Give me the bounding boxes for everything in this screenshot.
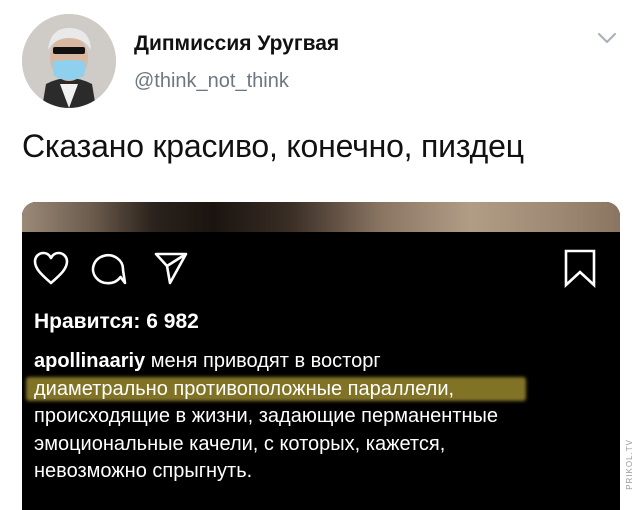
tweet-card: Дипмиссия Уругвая @think_not_think Сказа… — [0, 0, 640, 510]
caption-line-4: эмоциональные качели, с которых, кажется… — [34, 432, 446, 455]
post-username[interactable]: apollinaariy — [34, 350, 145, 372]
bookmark-icon[interactable] — [562, 248, 598, 288]
tweet-text: Сказано красиво, конечно, пиздец — [22, 128, 524, 164]
chevron-down-icon[interactable] — [596, 30, 618, 46]
caption-line-5: невозможно спрыгнуть. — [34, 460, 253, 482]
caption-line-1: apollinaariy меня приводят в восторг — [34, 350, 381, 372]
avatar-man-with-mask-icon — [22, 14, 116, 108]
author-avatar[interactable] — [22, 14, 116, 108]
post-caption: apollinaariy меня приводят в восторг диа… — [34, 348, 614, 486]
likes-count[interactable]: Нравится: 6 982 — [34, 310, 199, 334]
comment-icon[interactable] — [90, 250, 128, 286]
instagram-screenshot[interactable]: Нравится: 6 982 apollinaariy меня привод… — [22, 202, 620, 510]
author-name[interactable]: Дипмиссия Уругвая — [134, 32, 339, 56]
caption-line-2: диаметрально противоположные параллели, — [34, 377, 455, 400]
watermark: PRIKOL.TV — [625, 439, 634, 490]
heart-icon[interactable] — [32, 250, 70, 286]
share-icon[interactable] — [152, 250, 190, 286]
author-handle[interactable]: @think_not_think — [134, 70, 289, 93]
photo-strip — [22, 202, 620, 232]
caption-line-3: происходящие в жизни, задающие перманент… — [34, 405, 499, 427]
